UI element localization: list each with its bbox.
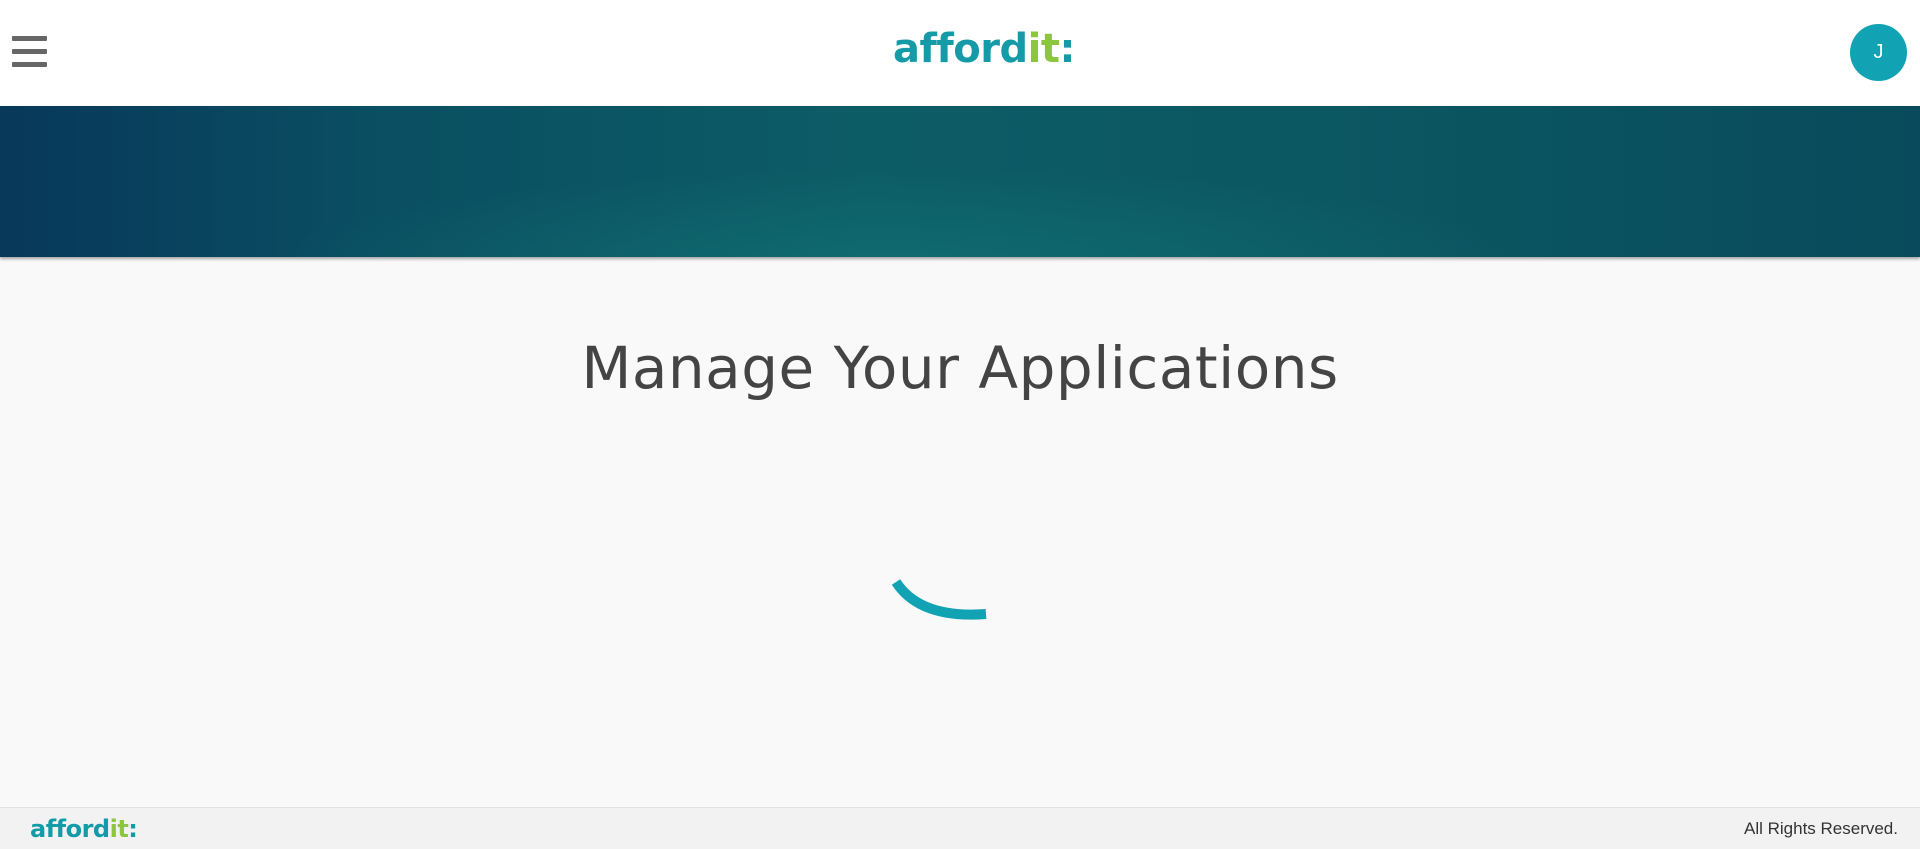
loading-spinner-icon [891, 579, 987, 620]
user-avatar[interactable]: J [1850, 24, 1907, 81]
top-header: affordit: J [0, 0, 1920, 106]
hero-banner [0, 106, 1920, 257]
footer: affordit: All Rights Reserved. [0, 807, 1920, 849]
page-title: Manage Your Applications [581, 334, 1339, 402]
copyright-text: All Rights Reserved. [1743, 819, 1898, 838]
hamburger-menu-icon[interactable] [12, 36, 48, 68]
footer-logo[interactable]: affordit: [30, 814, 138, 844]
header-logo[interactable]: affordit: [893, 26, 1075, 72]
